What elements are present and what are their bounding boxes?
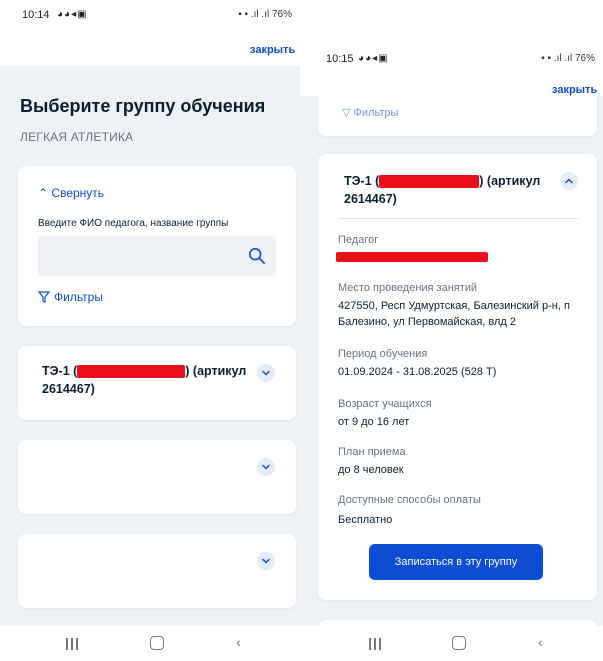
home-icon[interactable]	[452, 636, 466, 650]
redacted-text	[77, 365, 186, 379]
recent-apps-icon[interactable]	[368, 638, 382, 650]
status-time: 10:15	[326, 53, 354, 65]
page-subtitle: ЛЕГКАЯ АТЛЕТИКА	[20, 130, 134, 144]
expand-button[interactable]	[257, 364, 275, 382]
status-time: 10:14	[22, 9, 50, 21]
collapse-toggle[interactable]: ⌃ Свернуть	[38, 186, 104, 200]
system-navbar: ‹	[0, 626, 300, 661]
page-title: Выберите группу обучения	[20, 96, 266, 116]
field-label: Доступные способы оплаты	[338, 494, 481, 506]
expand-button[interactable]	[257, 552, 275, 570]
chevron-up-icon: ⌃	[38, 186, 49, 200]
group-card[interactable]: ТЭ-1 () (артикул 2614467)	[18, 346, 296, 420]
group-title: ТЭ-1 () (артикул 2614467)	[42, 364, 247, 396]
expand-button[interactable]	[257, 458, 275, 476]
divider	[338, 218, 578, 219]
field-label: Место проведения занятий	[338, 282, 478, 294]
chevron-down-icon	[262, 370, 270, 376]
field-label: План приема	[338, 446, 406, 458]
field-label: Возраст учащихся	[338, 398, 432, 410]
enroll-button[interactable]: Записаться в эту группу	[369, 544, 543, 580]
field-value: 427550, Респ Удмуртская, Балезинский р-н…	[338, 300, 570, 328]
filters-button[interactable]: Фильтры	[38, 290, 103, 304]
recent-apps-icon[interactable]	[65, 638, 79, 650]
redacted-teacher	[336, 252, 488, 262]
close-link[interactable]: закрыть	[250, 44, 295, 56]
home-icon[interactable]	[150, 636, 164, 650]
notification-icons: ◕◕◂▣	[57, 9, 88, 20]
right-screenshot: 10:15 ◕◕◂▣ ▪ ▪ .ıl .ıl 76% закрыть ▽ Фил…	[300, 0, 603, 661]
group-title: ТЭ-1 () (артикул 2614467)	[344, 174, 541, 206]
back-icon[interactable]: ‹	[538, 634, 543, 650]
chevron-up-icon	[565, 178, 573, 184]
search-card: ⌃ Свернуть Введите ФИО педагога, названи…	[18, 166, 296, 326]
group-card[interactable]	[18, 534, 296, 608]
battery-status: ▪ ▪ .ıl .ıl 76%	[238, 9, 292, 20]
filter-icon	[38, 291, 50, 303]
collapse-label: Свернуть	[51, 186, 105, 200]
field-label: Период обучения	[338, 348, 428, 360]
chevron-down-icon	[262, 558, 270, 564]
search-input[interactable]	[38, 236, 276, 276]
filters-label: Фильтры	[54, 290, 103, 304]
notification-icons: ◕◕◂▣	[358, 53, 389, 64]
field-value: от 9 до 16 лет	[338, 416, 410, 428]
battery-status: ▪ ▪ .ıl .ıl 76%	[541, 53, 595, 64]
field-value: 01.09.2024 - 31.08.2025 (528 Т)	[338, 366, 497, 378]
group-card-expanded: ТЭ-1 () (артикул 2614467) Педагог Место …	[318, 154, 597, 600]
status-bar: 10:15 ◕◕◂▣ ▪ ▪ .ıl .ıl 76%	[300, 44, 603, 74]
chevron-down-icon	[262, 464, 270, 470]
redacted-text	[379, 175, 480, 189]
search-card: ▽ Фильтры	[318, 96, 597, 136]
left-screenshot: 10:14 ◕◕◂▣ ▪ ▪ .ıl .ıl 76% закрыть Выбер…	[0, 0, 300, 661]
field-value: Бесплатно	[338, 514, 393, 526]
search-label: Введите ФИО педагога, название группы	[38, 218, 229, 229]
system-navbar: ‹	[300, 626, 603, 661]
search-icon[interactable]	[248, 247, 266, 265]
collapse-button[interactable]	[560, 172, 578, 190]
status-bar: 10:14 ◕◕◂▣ ▪ ▪ .ıl .ıl 76%	[0, 0, 300, 30]
close-link[interactable]: закрыть	[552, 84, 597, 96]
filters-button[interactable]: ▽ Фильтры	[342, 106, 398, 119]
field-label: Педагог	[338, 234, 379, 246]
field-value: до 8 человек	[338, 464, 404, 476]
group-card[interactable]	[18, 440, 296, 514]
back-icon[interactable]: ‹	[236, 634, 241, 650]
